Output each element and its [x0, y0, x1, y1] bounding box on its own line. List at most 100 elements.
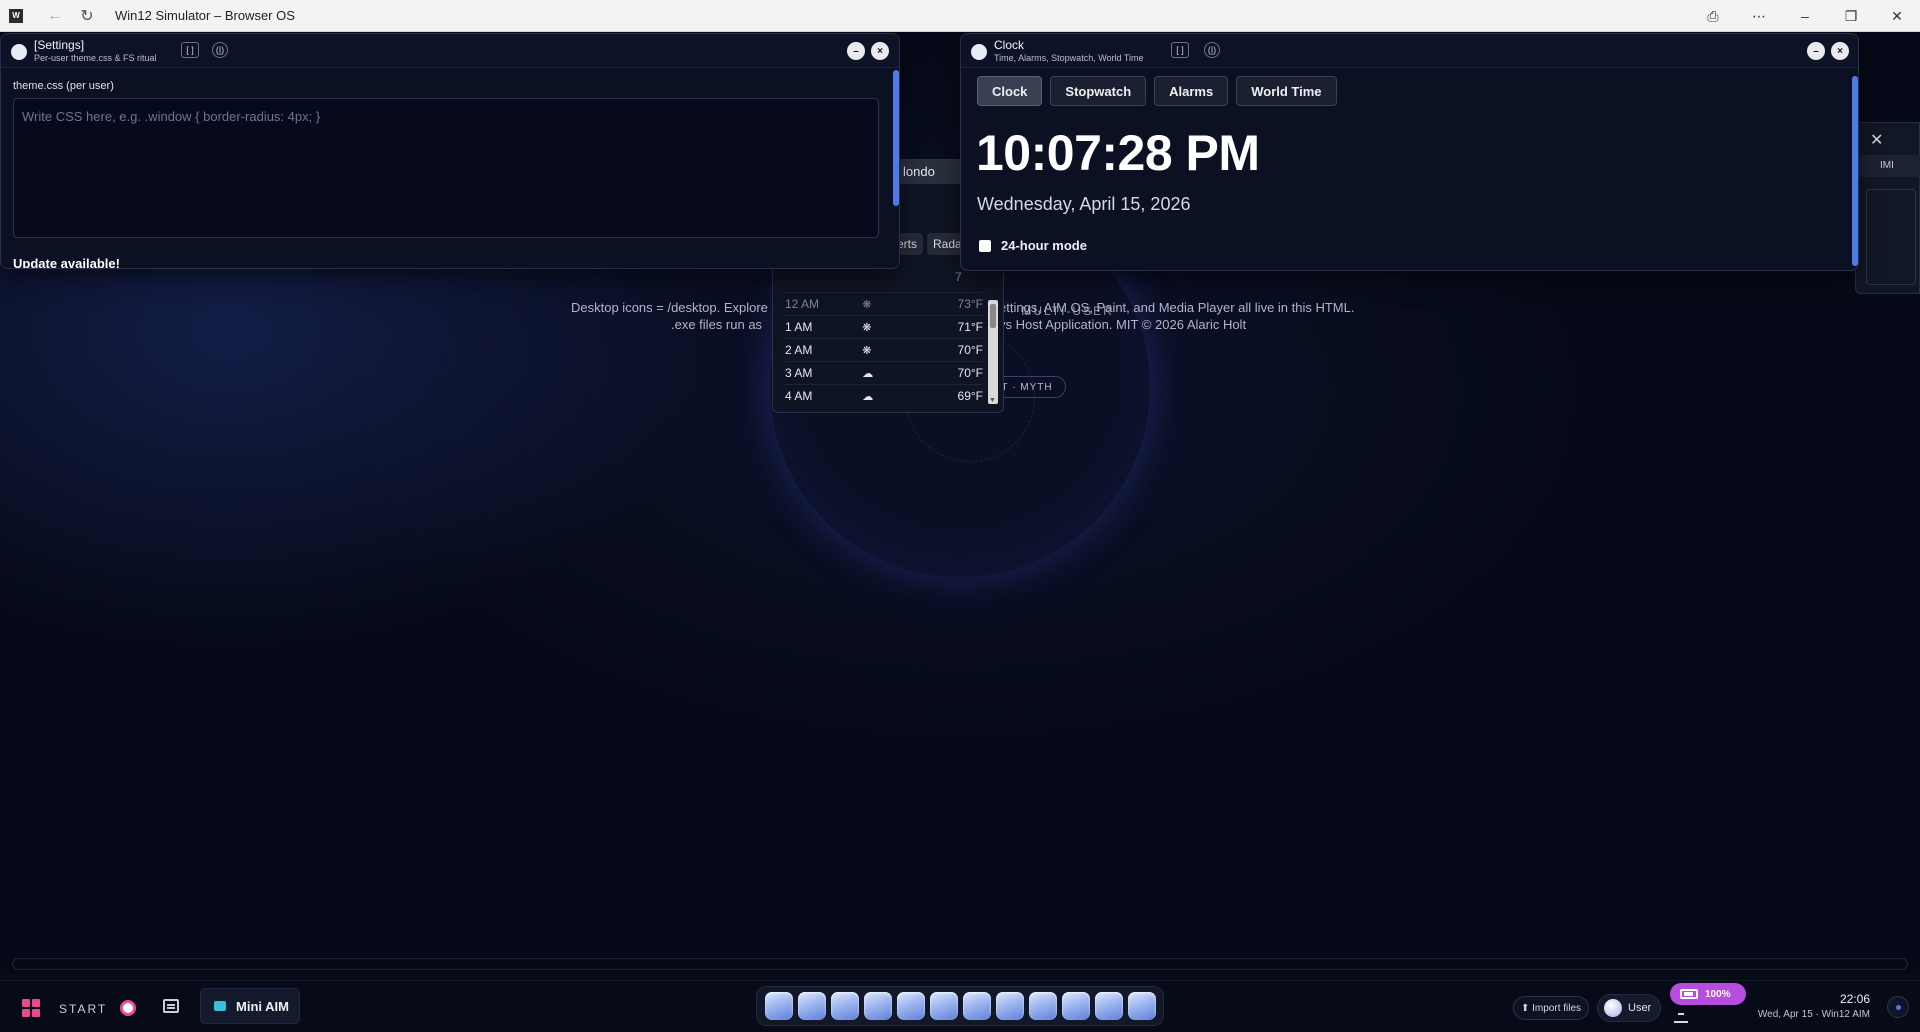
dock-app-icon[interactable] [1028, 992, 1057, 1020]
settings-scrollbar[interactable] [893, 70, 899, 206]
start-button[interactable]: START [59, 1002, 107, 1016]
sun-icon: ❋ [862, 321, 872, 334]
notification-center-icon[interactable] [1887, 996, 1909, 1018]
weather-scrollbar[interactable]: ▼ [988, 300, 998, 404]
dock-app-icon[interactable] [1127, 992, 1156, 1020]
dock-app-icon[interactable] [830, 992, 859, 1020]
start-grid-icon[interactable] [22, 999, 40, 1017]
24-hour-label: 24-hour mode [1001, 238, 1087, 253]
app-favicon-icon: W [9, 8, 23, 23]
code-view-icon[interactable]: [ ] [181, 42, 199, 58]
current-time: 10:07:28 PM [976, 125, 1260, 181]
scroll-down-arrow-icon[interactable]: ▼ [989, 397, 996, 404]
side-panel: ✕ IMI [1855, 122, 1920, 294]
weather-row-temp: 73°F [957, 297, 983, 311]
tab-alarms[interactable]: Alarms [1154, 76, 1229, 106]
weather-row-temp: 69°F [957, 389, 983, 403]
weather-row: 4 AM ☁ 69°F [785, 384, 983, 407]
weather-row-time: 1 AM [785, 320, 813, 334]
weather-row: 3 AM ☁ 70°F [785, 361, 983, 384]
import-files-button[interactable]: ⬆ Import files [1513, 996, 1589, 1020]
dock-app-icon[interactable] [1061, 992, 1090, 1020]
close-icon[interactable]: ✕ [1870, 130, 1883, 150]
code-view-icon[interactable]: [ ] [1171, 42, 1189, 58]
tray-tool-icon[interactable] [1674, 1013, 1688, 1023]
about-line-2-right: ys Host Application. MIT © 2026 Alaric H… [999, 317, 1247, 332]
audio-icon[interactable]: (|) [1204, 42, 1220, 58]
clock-scrollbar[interactable] [1852, 76, 1858, 266]
clock-app-icon [971, 44, 987, 60]
sun-icon: ❋ [862, 344, 872, 357]
weather-row-time: 2 AM [785, 343, 813, 357]
theme-css-label: theme.css (per user) [13, 80, 114, 92]
side-panel-box [1866, 189, 1916, 285]
taskbar: START Mini AIM ⬆ Import files User 100% … [0, 958, 1920, 1032]
dock-app-icon[interactable] [1094, 992, 1123, 1020]
minimize-icon[interactable]: – [1782, 0, 1828, 32]
weather-scroll-thumb[interactable] [990, 304, 996, 328]
minimize-button[interactable]: – [847, 42, 865, 60]
cast-icon[interactable]: ⎙ [1690, 0, 1736, 32]
close-icon[interactable]: ✕ [1874, 0, 1920, 32]
settings-title-bar[interactable]: [Settings] Per-user theme.css & FS ritua… [1, 34, 899, 68]
minimize-button[interactable]: – [1807, 42, 1825, 60]
dock-app-icon[interactable] [896, 992, 925, 1020]
weather-row: 1 AM ❋ 71°F [785, 315, 983, 338]
weather-row-time: 3 AM [785, 366, 813, 380]
dock-app-icon[interactable] [797, 992, 826, 1020]
close-button[interactable]: × [871, 42, 889, 60]
weather-row: 12 AM ❋ 73°F [785, 292, 983, 315]
24-hour-toggle[interactable]: 24-hour mode [979, 238, 1087, 253]
update-available-text[interactable]: Update available! [13, 256, 120, 268]
dock-app-icon[interactable] [929, 992, 958, 1020]
restore-icon[interactable]: ❐ [1828, 0, 1874, 32]
clock-title-bar[interactable]: Clock Time, Alarms, Stopwatch, World Tim… [961, 34, 1858, 68]
cloud-icon: ☁ [862, 367, 874, 380]
dock-app-icon[interactable] [995, 992, 1024, 1020]
audio-icon[interactable]: (|) [212, 42, 228, 58]
widgets-icon[interactable] [163, 999, 179, 1013]
close-button[interactable]: × [1831, 42, 1849, 60]
side-panel-bar: IMI [1856, 155, 1920, 177]
battery-status[interactable]: 100% [1670, 983, 1746, 1005]
refresh-icon[interactable]: ↻ [71, 0, 103, 32]
more-icon[interactable]: ⋯ [1736, 0, 1782, 32]
user-button[interactable]: User [1597, 994, 1661, 1022]
weather-row-time: 4 AM [785, 389, 813, 403]
dock-app-icon[interactable] [962, 992, 991, 1020]
cloud-icon: ☁ [862, 390, 874, 403]
24-hour-checkbox[interactable] [979, 239, 991, 252]
clock-tabs: Clock Stopwatch Alarms World Time [977, 76, 1337, 106]
battery-icon [1680, 989, 1698, 999]
weather-row-temp: 70°F [957, 343, 983, 357]
clock-window: Clock Time, Alarms, Stopwatch, World Tim… [960, 33, 1859, 271]
weather-row-time: 12 AM [785, 297, 820, 311]
browser-title-bar: W ← ↻ Win12 Simulator – Browser OS ⎙ ⋯ –… [0, 0, 1920, 32]
avatar [1604, 999, 1622, 1017]
weather-row-temp: 70°F [957, 366, 983, 380]
browser-title: Win12 Simulator – Browser OS [115, 8, 295, 23]
settings-window: [Settings] Per-user theme.css & FS ritua… [0, 33, 900, 269]
clock-subtitle: Time, Alarms, Stopwatch, World Time [994, 53, 1144, 63]
clock-title: Clock [994, 38, 1025, 52]
weather-row-temp: 71°F [957, 320, 983, 334]
back-arrow-icon[interactable]: ← [39, 0, 71, 32]
mini-aim-icon [214, 1001, 226, 1011]
sun-icon: ❋ [862, 298, 872, 311]
taskbar-item-label: Mini AIM [236, 998, 289, 1014]
about-line-2-left: .exe files run as [671, 317, 763, 332]
tab-stopwatch[interactable]: Stopwatch [1050, 76, 1147, 106]
desktop: · MULTI-USER Desktop icons = /desktop. E… [0, 32, 1920, 972]
dock-app-icon[interactable] [863, 992, 892, 1020]
dock-app-icon[interactable] [764, 992, 793, 1020]
tab-world-time[interactable]: World Time [1236, 76, 1337, 106]
weather-hourly-list: 12 AM ❋ 73°F 1 AM ❋ 71°F 2 AM ❋ 70°F 3 A… [785, 292, 983, 407]
settings-title: [Settings] [34, 38, 85, 52]
taskbar-clock[interactable]: 22:06 Wed, Apr 15 · Win12 AIM [1758, 992, 1870, 1020]
search-icon[interactable] [120, 1000, 136, 1016]
theme-css-input[interactable] [13, 98, 879, 238]
user-label: User [1628, 1002, 1652, 1014]
taskbar-item-mini-aim[interactable]: Mini AIM [200, 988, 300, 1024]
taskbar-time: 22:06 [1839, 992, 1870, 1006]
tab-clock[interactable]: Clock [977, 76, 1043, 106]
